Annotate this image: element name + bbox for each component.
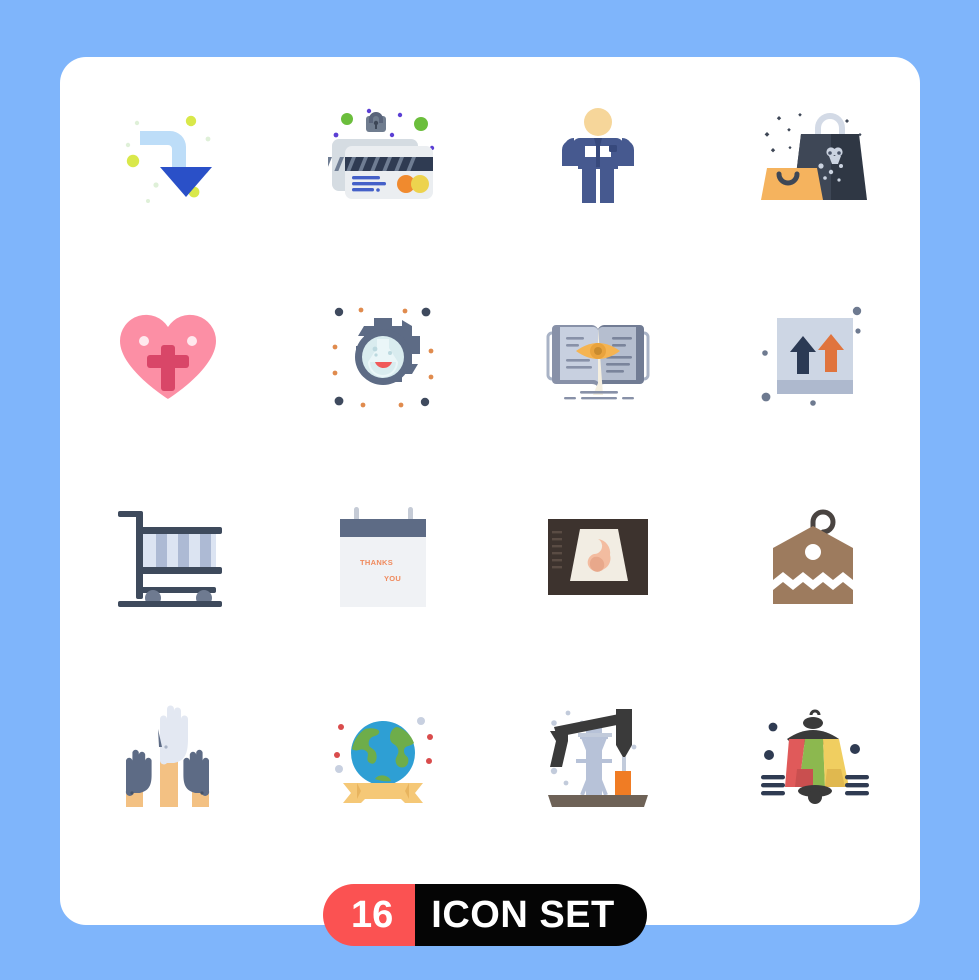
shopping-bags-icon xyxy=(760,113,867,200)
icon-cell-gear-flask-research[interactable] xyxy=(275,257,490,457)
price-tag-icon xyxy=(772,509,853,604)
icon-cell-secure-credit-card[interactable] xyxy=(275,57,490,257)
icon-cell-price-tag[interactable] xyxy=(705,457,920,657)
icon-set-page: THANKS YOU 16 ICON SET xyxy=(0,0,979,980)
icon-set-banner: 16 ICON SET xyxy=(323,884,647,946)
icon-cell-street-lantern[interactable] xyxy=(705,657,920,857)
icon-count-badge: 16 xyxy=(323,884,416,946)
turn-down-arrow-icon xyxy=(125,115,212,203)
globe-banner-icon xyxy=(333,717,433,803)
icon-cell-luggage-trolley[interactable] xyxy=(60,457,275,657)
book-eye-reading-icon xyxy=(546,325,649,400)
raised-gloved-hands-icon xyxy=(125,705,209,807)
icon-cell-ultrasound-scan[interactable] xyxy=(490,457,705,657)
icon-card: THANKS YOU xyxy=(60,57,920,925)
calendar-text-line2: YOU xyxy=(384,574,401,583)
heart-cross-icon xyxy=(119,314,216,399)
luggage-trolley-icon xyxy=(117,511,222,607)
icon-cell-oil-pump-jack[interactable] xyxy=(490,657,705,857)
icon-cell-upload-arrows[interactable] xyxy=(705,257,920,457)
icon-cell-shopping-bags[interactable] xyxy=(705,57,920,257)
icon-set-label: ICON SET xyxy=(415,884,647,946)
icon-grid: THANKS YOU xyxy=(60,57,920,857)
icon-cell-raised-gloved-hands[interactable] xyxy=(60,657,275,857)
icon-cell-globe-banner[interactable] xyxy=(275,657,490,857)
secure-credit-card-icon xyxy=(327,108,434,199)
oil-pump-jack-icon xyxy=(547,709,648,807)
icon-cell-businessman[interactable] xyxy=(490,57,705,257)
gear-flask-research-icon xyxy=(332,307,433,408)
icon-cell-turn-down-arrow[interactable] xyxy=(60,57,275,257)
upload-arrows-icon xyxy=(761,306,861,406)
street-lantern-icon xyxy=(760,709,869,804)
calendar-text-line1: THANKS xyxy=(360,558,393,567)
thanks-calendar-icon: THANKS YOU xyxy=(339,507,426,607)
businessman-avatar-icon xyxy=(561,108,634,203)
ultrasound-scan-icon xyxy=(547,519,648,595)
icon-cell-heart-cross[interactable] xyxy=(60,257,275,457)
icon-cell-thanks-calendar[interactable]: THANKS YOU xyxy=(275,457,490,657)
icon-cell-book-eye-reading[interactable] xyxy=(490,257,705,457)
